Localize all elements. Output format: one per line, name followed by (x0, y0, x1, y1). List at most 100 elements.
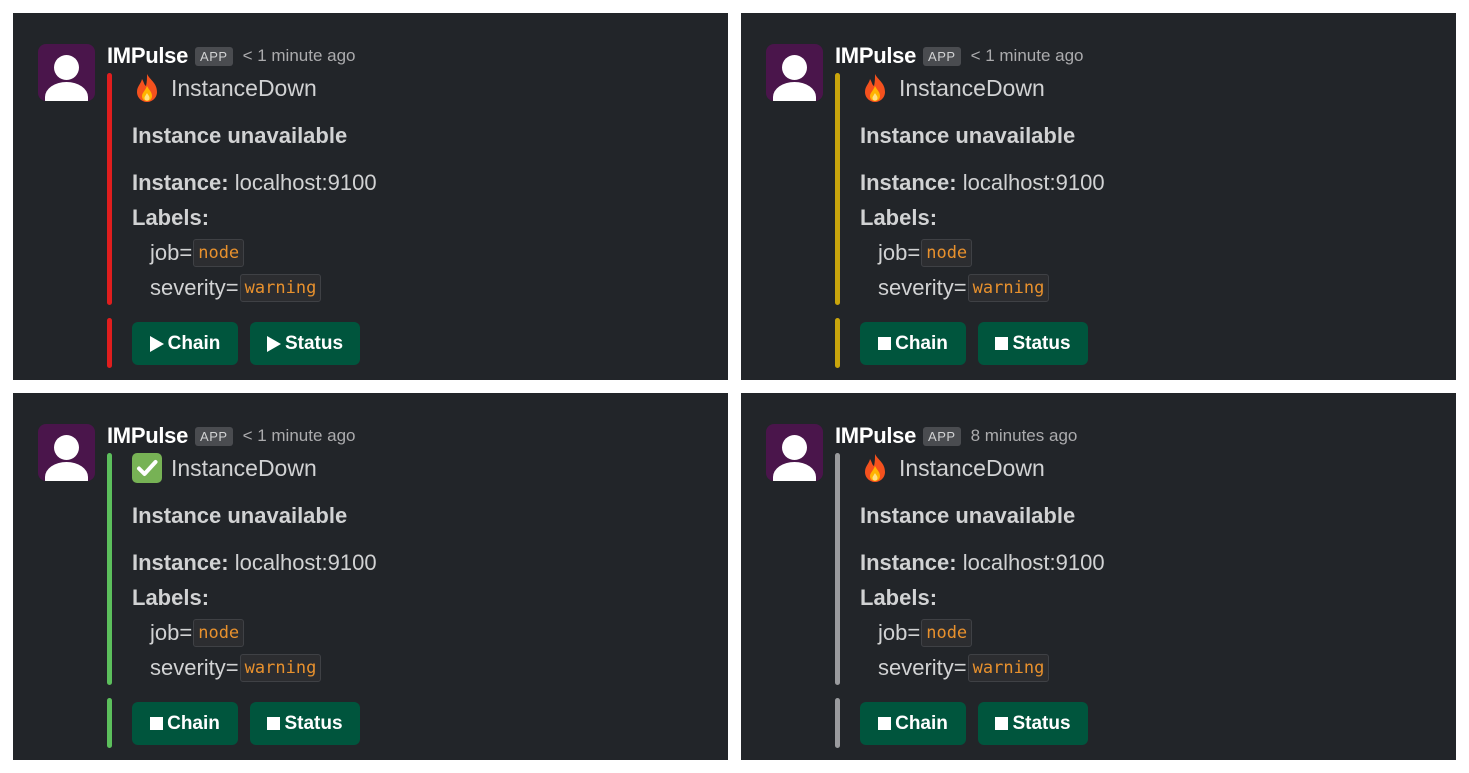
label-key: severity= (150, 655, 239, 680)
check-icon (131, 452, 163, 484)
avatar[interactable] (766, 44, 823, 101)
fire-icon (859, 72, 891, 104)
label-key: job= (150, 240, 193, 265)
instance-value: localhost:9100 (962, 550, 1105, 575)
avatar[interactable] (38, 44, 95, 101)
label-severity: severity= warning (150, 654, 322, 682)
label-value: warning (967, 274, 1050, 302)
label-value: node (193, 239, 245, 267)
label-value: node (921, 239, 973, 267)
label-key: job= (878, 240, 921, 265)
avatar[interactable] (766, 424, 823, 481)
actions-color-bar (835, 698, 840, 748)
instance-label: Instance: (132, 550, 229, 575)
fire-icon (859, 452, 891, 484)
label-severity: severity= warning (150, 274, 322, 302)
message-panel: IMPulse APP 8 minutes ago InstanceDown I… (741, 393, 1456, 760)
status-button-label: Status (284, 332, 344, 354)
label-value: warning (967, 654, 1050, 682)
app-badge: APP (923, 426, 961, 446)
attachment-color-bar (835, 73, 840, 305)
stop-icon (995, 337, 1009, 350)
app-badge: APP (923, 46, 961, 66)
labels-title: Labels: (860, 205, 938, 230)
chain-button[interactable]: Chain (132, 702, 238, 745)
app-name[interactable]: IMPulse (107, 423, 188, 449)
avatar[interactable] (38, 424, 95, 481)
status-button[interactable]: Status (250, 322, 360, 365)
instance-line: Instance: localhost:9100 (860, 170, 1105, 196)
chain-button[interactable]: Chain (860, 322, 966, 365)
play-icon (149, 335, 164, 352)
status-button-label: Status (284, 712, 343, 734)
status-button[interactable]: Status (978, 322, 1088, 365)
stop-icon (878, 337, 892, 350)
label-value: node (193, 619, 245, 647)
app-name[interactable]: IMPulse (835, 43, 916, 69)
chain-button-label: Chain (895, 712, 948, 734)
message-panel: IMPulse APP < 1 minute ago InstanceDown … (13, 13, 728, 380)
message-header: IMPulse APP < 1 minute ago (107, 41, 356, 71)
status-button[interactable]: Status (250, 702, 360, 745)
chain-button[interactable]: Chain (860, 702, 966, 745)
status-button-label: Status (1012, 332, 1071, 354)
alert-summary: Instance unavailable (860, 123, 1076, 148)
label-key: severity= (150, 275, 239, 300)
label-severity: severity= warning (878, 274, 1050, 302)
app-name[interactable]: IMPulse (107, 43, 188, 69)
chain-button-label: Chain (167, 712, 220, 734)
actions-color-bar (107, 698, 112, 748)
message-header: IMPulse APP 8 minutes ago (835, 421, 1077, 451)
alert-name: InstanceDown (899, 454, 1045, 481)
instance-label: Instance: (860, 550, 957, 575)
label-key: severity= (878, 275, 967, 300)
stop-icon (150, 717, 164, 730)
instance-value: localhost:9100 (962, 170, 1105, 195)
timestamp[interactable]: < 1 minute ago (971, 46, 1084, 66)
chain-button[interactable]: Chain (132, 322, 238, 365)
label-job: job= node (150, 619, 245, 647)
label-job: job= node (150, 239, 245, 267)
label-value: node (921, 619, 973, 647)
actions-color-bar (107, 318, 112, 368)
app-badge: APP (195, 46, 233, 66)
instance-label: Instance: (132, 170, 229, 195)
instance-value: localhost:9100 (234, 550, 377, 575)
attachment-color-bar (107, 73, 112, 305)
instance-value: localhost:9100 (234, 170, 377, 195)
label-value: warning (239, 654, 322, 682)
actions-color-bar (835, 318, 840, 368)
alert-title: InstanceDown (859, 72, 1045, 104)
alert-summary: Instance unavailable (132, 123, 348, 148)
labels-title: Labels: (860, 585, 938, 610)
timestamp[interactable]: < 1 minute ago (243, 426, 356, 446)
status-button[interactable]: Status (978, 702, 1088, 745)
message-panel: IMPulse APP < 1 minute ago InstanceDown … (13, 393, 728, 760)
instance-line: Instance: localhost:9100 (132, 550, 377, 576)
timestamp[interactable]: 8 minutes ago (971, 426, 1078, 446)
alert-name: InstanceDown (171, 454, 317, 481)
attachment-color-bar (107, 453, 112, 685)
alert-title: InstanceDown (859, 452, 1045, 484)
labels-title: Labels: (132, 205, 210, 230)
label-job: job= node (878, 239, 973, 267)
alert-name: InstanceDown (899, 74, 1045, 101)
app-name[interactable]: IMPulse (835, 423, 916, 449)
alert-summary: Instance unavailable (860, 503, 1076, 528)
alert-title: InstanceDown (131, 72, 317, 104)
labels-title: Labels: (132, 585, 210, 610)
chain-button-label: Chain (167, 332, 221, 354)
stop-icon (267, 717, 281, 730)
label-key: job= (878, 620, 921, 645)
instance-label: Instance: (860, 170, 957, 195)
instance-line: Instance: localhost:9100 (860, 550, 1105, 576)
label-value: warning (239, 274, 322, 302)
label-severity: severity= warning (878, 654, 1050, 682)
fire-icon (131, 72, 163, 104)
stop-icon (878, 717, 892, 730)
message-panel: IMPulse APP < 1 minute ago InstanceDown … (741, 13, 1456, 380)
attachment-color-bar (835, 453, 840, 685)
alert-summary: Instance unavailable (132, 503, 348, 528)
play-icon (266, 335, 281, 352)
timestamp[interactable]: < 1 minute ago (243, 46, 356, 66)
